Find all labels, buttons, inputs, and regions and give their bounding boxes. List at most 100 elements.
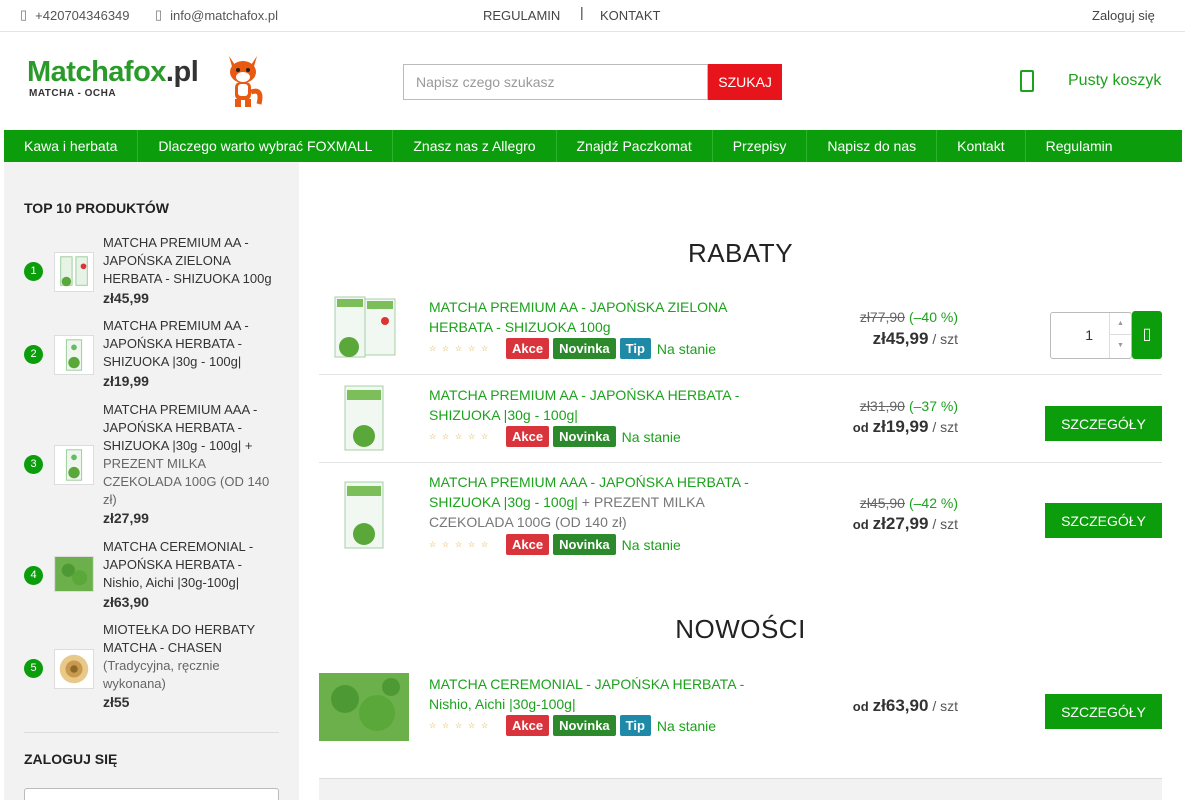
badge-tip: Tip: [619, 715, 651, 736]
product-image[interactable]: [319, 673, 409, 741]
badge-akce: Akce: [506, 338, 550, 359]
top-products-title: TOP 10 PRODUKTÓW: [24, 200, 169, 216]
email-contact[interactable]: ▯ info@matchafox.pl: [155, 7, 278, 23]
phone-number: +420704346349: [35, 7, 130, 23]
fox-mascot-icon: [229, 56, 263, 107]
top-item-name: MATCHA PREMIUM AA - JAPOŃSKA HERBATA - S…: [103, 318, 249, 369]
stock-status: Na stanie: [656, 340, 717, 357]
nav-item-napisz[interactable]: Napisz do nas: [807, 130, 938, 162]
nav-item-kontakt[interactable]: Kontakt: [937, 130, 1026, 162]
nav-item-kawa[interactable]: Kawa i herbata: [4, 130, 139, 162]
badge-novinka: Novinka: [553, 715, 616, 736]
search-button[interactable]: SZUKAJ: [708, 64, 782, 100]
phone-contact[interactable]: ▯ +420704346349: [20, 7, 130, 23]
nav-item-paczkomat[interactable]: Znajdź Paczkomat: [557, 130, 713, 162]
rating-stars[interactable]: ☆ ☆ ☆ ☆ ☆: [429, 432, 494, 441]
nav-item-allegro[interactable]: Znasz nas z Allegro: [393, 130, 557, 162]
product-title-link[interactable]: MATCHA PREMIUM AA - JAPOŃSKA HERBATA - S…: [429, 385, 759, 425]
badge-akce: Akce: [506, 715, 550, 736]
badge-akce: Akce: [506, 426, 550, 447]
add-to-cart-button[interactable]: ▯: [1132, 311, 1162, 359]
badge-novinka: Novinka: [553, 534, 616, 555]
top-item-name: MATCHA PREMIUM AAA - JAPOŃSKA HERBATA - …: [103, 402, 270, 507]
product-thumbnail: [54, 556, 94, 592]
top-item-price: zł27,99: [103, 510, 149, 526]
cart-label: Pusty koszyk: [1068, 72, 1162, 89]
product-image[interactable]: [319, 382, 409, 454]
product-price: od zł19,99 / szt: [852, 417, 958, 436]
badge-akce: Akce: [506, 534, 550, 555]
old-price: zł77,90 (–40 %): [859, 309, 958, 325]
phone-cart-icon: [1020, 70, 1034, 92]
nav-item-regulamin[interactable]: Regulamin: [1026, 130, 1133, 162]
badge-tip: Tip: [619, 338, 651, 359]
badge-novinka: Novinka: [553, 426, 616, 447]
top-item-name: MATCHA PREMIUM AA - JAPOŃSKA ZIELONA HER…: [103, 235, 272, 286]
rank-badge: 1: [24, 262, 43, 281]
stock-status: Na stanie: [621, 428, 681, 445]
rating-stars[interactable]: ☆ ☆ ☆ ☆ ☆: [429, 540, 494, 549]
product-image[interactable]: [319, 293, 409, 363]
regulamin-link[interactable]: REGULAMIN: [483, 8, 560, 23]
mail-icon: ▯: [155, 7, 163, 22]
qty-down-icon[interactable]: ▼: [1110, 335, 1131, 357]
sidebar: TOP 10 PRODUKTÓW 1 MATCHA PREMIUM AA - J…: [4, 162, 299, 800]
product-thumbnail: [54, 252, 94, 292]
rank-badge: 3: [24, 455, 43, 474]
product-image[interactable]: [319, 478, 409, 552]
login-link[interactable]: Zaloguj się: [1092, 8, 1155, 23]
email-address: info@matchafox.pl: [170, 7, 279, 23]
old-price: zł45,90 (–42 %): [859, 495, 958, 511]
logo-tagline: MATCHA - OCHA: [29, 88, 117, 99]
sidebar-divider: [24, 732, 279, 733]
section-title-rabaty: RABATY: [687, 238, 794, 268]
product-thumbnail: [54, 335, 94, 375]
product-badges: ☆ ☆ ☆ ☆ ☆ Akce Novinka Na stanie: [429, 426, 681, 447]
product-title-link[interactable]: MATCHA CEREMONIAL - JAPOŃSKA HERBATA - N…: [429, 674, 759, 714]
product-badges: ☆ ☆ ☆ ☆ ☆ Akce Novinka Tip Na stanie: [429, 715, 716, 736]
details-button[interactable]: SZCZEGÓŁY: [1045, 503, 1162, 538]
rank-badge: 2: [24, 345, 43, 364]
product-price: zł45,99 / szt: [872, 329, 958, 348]
login-title: ZALOGUJ SIĘ: [24, 751, 118, 767]
old-price: zł31,90 (–37 %): [859, 398, 958, 414]
nav-item-przepisy[interactable]: Przepisy: [713, 130, 808, 162]
search-form: SZUKAJ: [403, 64, 782, 100]
details-button[interactable]: SZCZEGÓŁY: [1045, 406, 1162, 441]
badge-novinka: Novinka: [553, 338, 616, 359]
product-thumbnail: [54, 445, 94, 485]
logo-wordmark: Matchafox.pl: [27, 56, 199, 88]
rating-stars[interactable]: ☆ ☆ ☆ ☆ ☆: [429, 344, 494, 353]
quantity-stepper[interactable]: 1 ▲ ▼: [1050, 312, 1132, 359]
cart-link[interactable]: Pusty koszyk: [1020, 70, 1161, 92]
site-logo[interactable]: Matchafox.pl MATCHA - OCHA: [27, 52, 267, 112]
kontakt-link[interactable]: KONTAKT: [600, 8, 660, 23]
product-title-link[interactable]: MATCHA PREMIUM AA - JAPOŃSKA ZIELONA HER…: [429, 297, 759, 337]
rank-badge: 5: [24, 659, 43, 678]
search-input[interactable]: [403, 64, 709, 100]
product-price: od zł27,99 / szt: [852, 514, 958, 533]
top-item-price: zł63,90: [103, 594, 149, 610]
quantity-value[interactable]: 1: [1085, 327, 1093, 343]
qty-up-icon[interactable]: ▲: [1110, 313, 1131, 335]
nav-item-foxmall[interactable]: Dlaczego warto wybrać FOXMALL: [138, 130, 394, 162]
product-badges: ☆ ☆ ☆ ☆ ☆ Akce Novinka Tip Na stanie: [429, 338, 716, 359]
next-section-bar: [319, 778, 1162, 800]
cart-icon: ▯: [1142, 326, 1152, 343]
product-price: od zł63,90 / szt: [852, 696, 958, 715]
rating-stars[interactable]: ☆ ☆ ☆ ☆ ☆: [429, 721, 494, 730]
rank-badge: 4: [24, 566, 43, 585]
login-input[interactable]: [24, 788, 279, 800]
top-bar: ▯ +420704346349 ▯ info@matchafox.pl REGU…: [0, 0, 1185, 32]
stock-status: Na stanie: [621, 536, 681, 553]
top-item-price: zł55: [103, 694, 130, 710]
phone-icon: ▯: [20, 7, 28, 22]
details-button[interactable]: SZCZEGÓŁY: [1045, 694, 1162, 729]
product-title-link[interactable]: MATCHA PREMIUM AAA - JAPOŃSKA HERBATA - …: [429, 472, 759, 532]
row-divider: [319, 462, 1162, 463]
chasen-thumbnail: [54, 649, 94, 689]
row-divider: [319, 374, 1162, 375]
main-nav: Kawa i herbata Dlaczego warto wybrać FOX…: [4, 130, 1182, 162]
section-title-nowosci: NOWOŚCI: [675, 614, 806, 644]
product-badges: ☆ ☆ ☆ ☆ ☆ Akce Novinka Na stanie: [429, 534, 681, 555]
